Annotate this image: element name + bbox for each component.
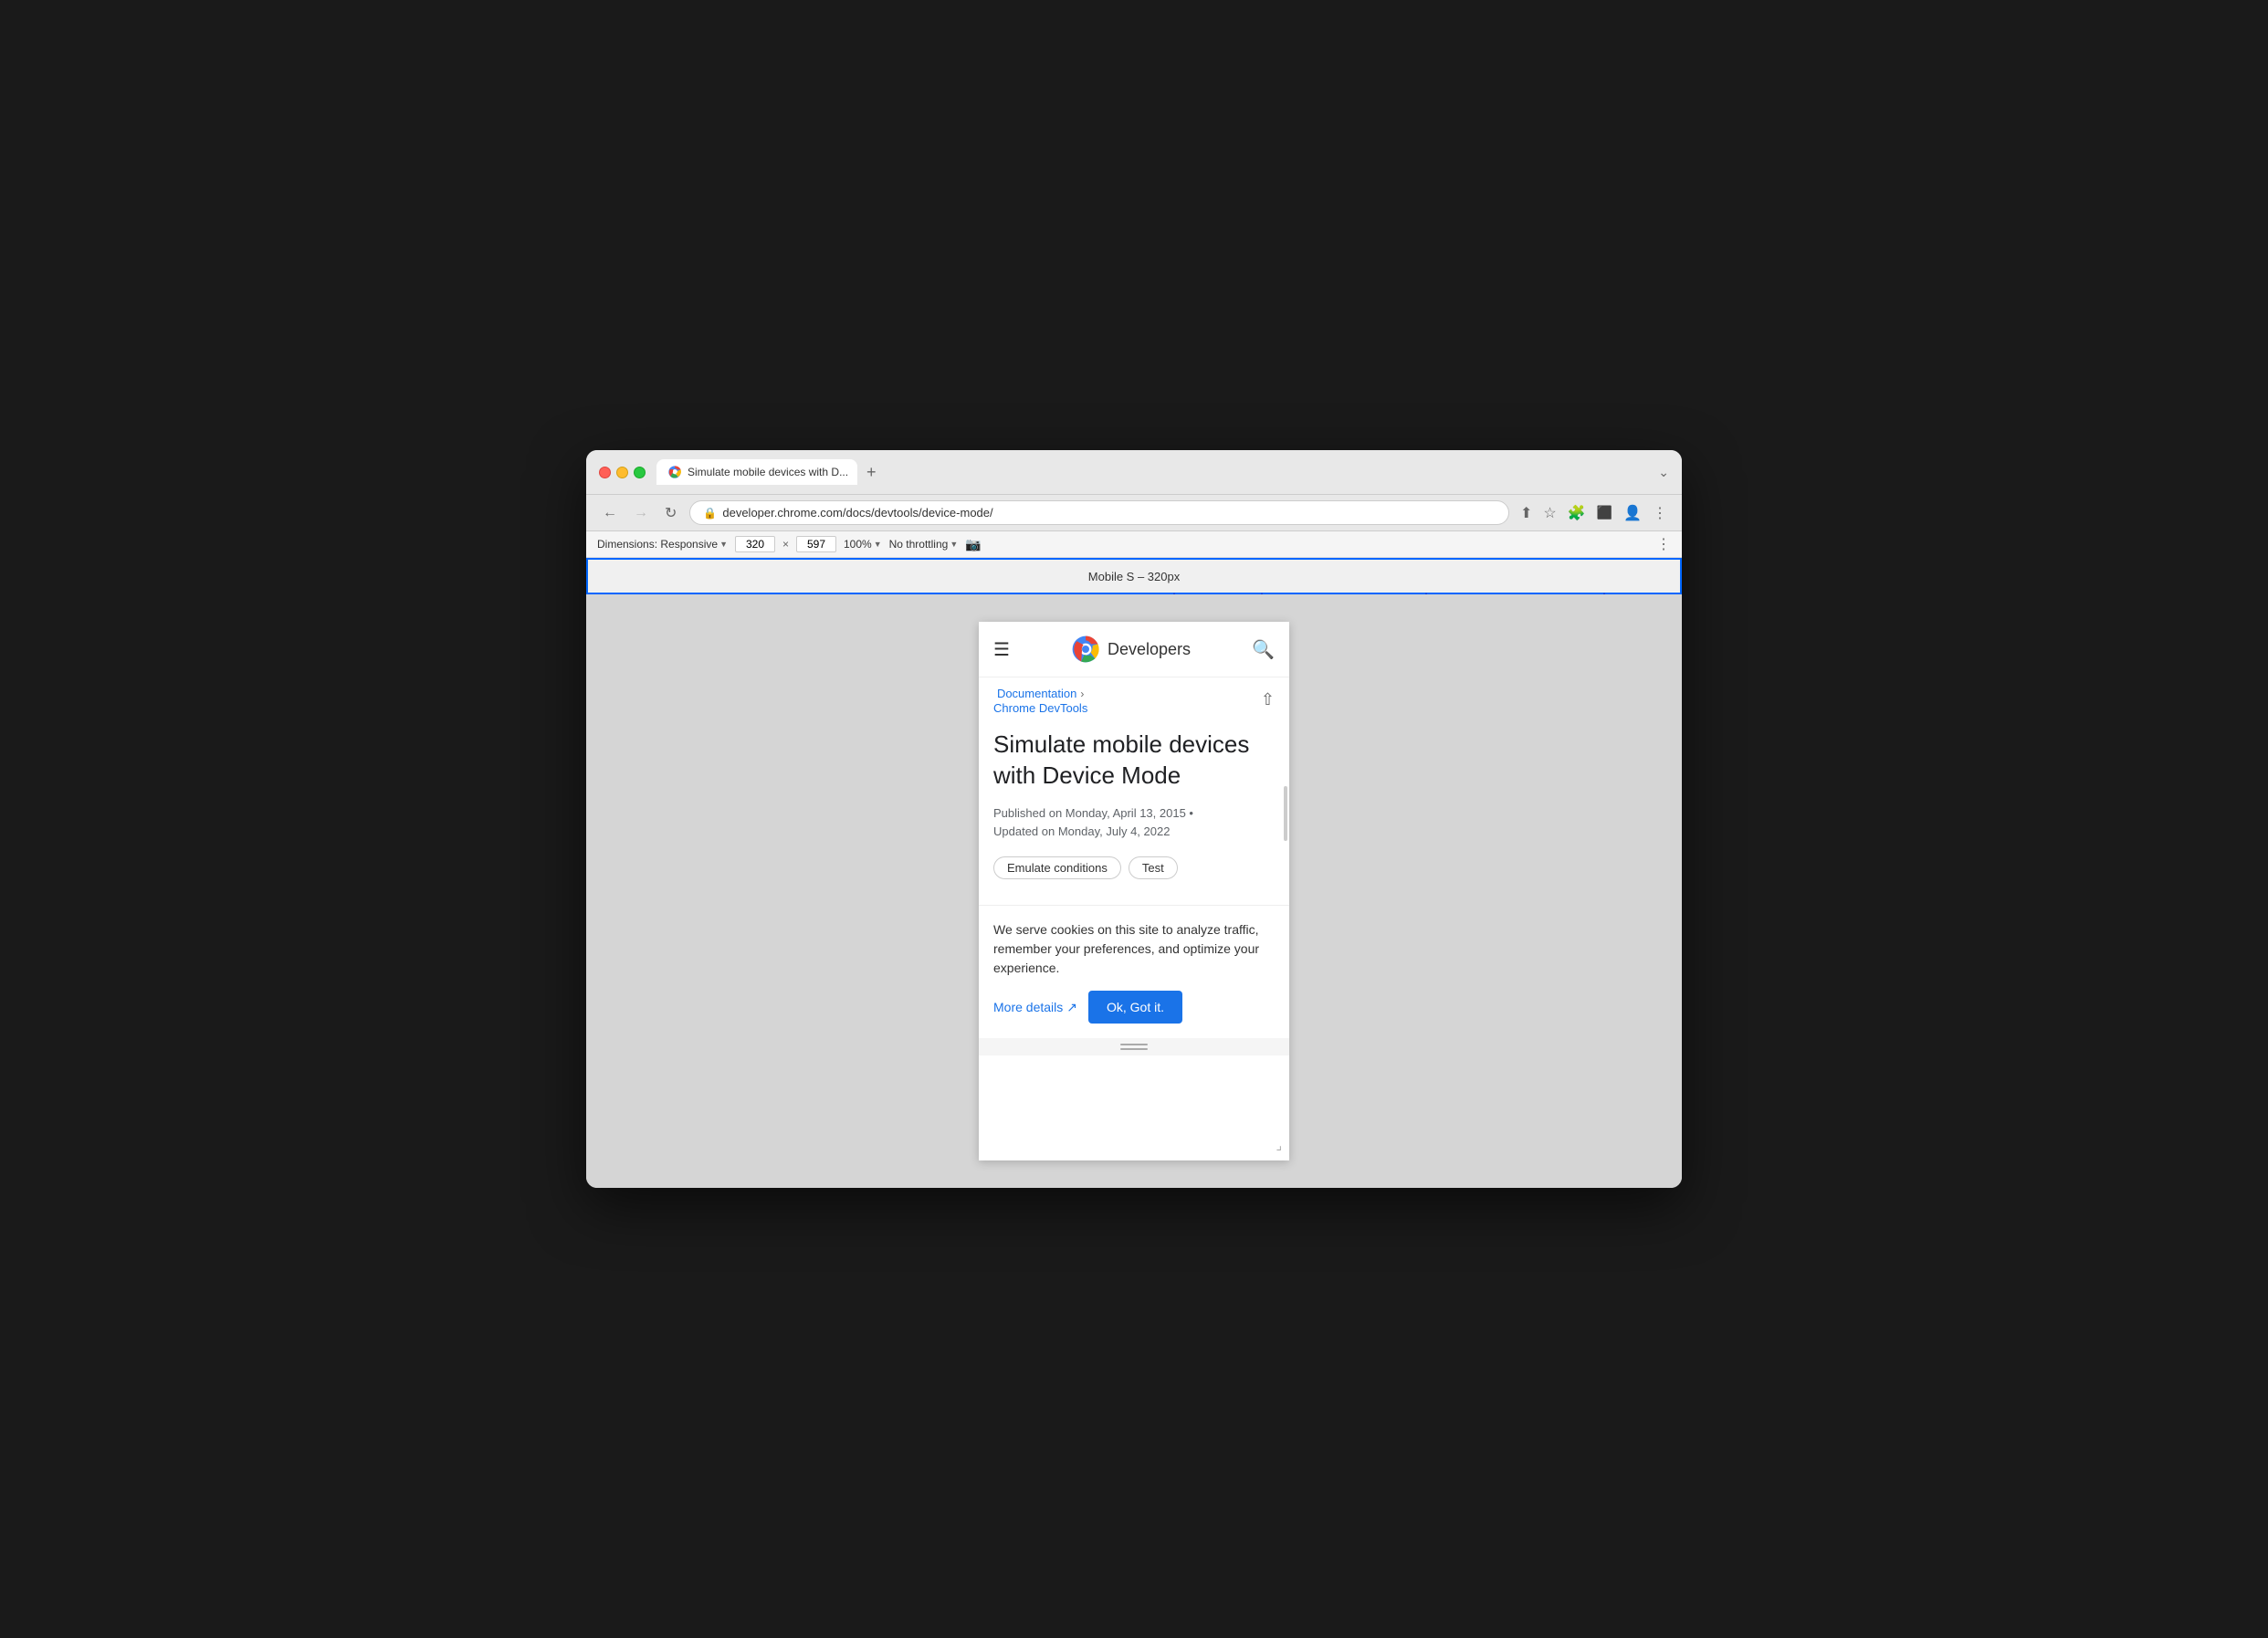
camera-icon[interactable]: 📷 [965, 537, 981, 552]
resize-handle[interactable]: ⌟ [1276, 1138, 1282, 1153]
dimensions-arrow: ▼ [719, 540, 728, 549]
more-icon[interactable]: ⋮ [1651, 502, 1669, 524]
breadcrumb-row: Documentation › Chrome DevTools ⇧ [979, 677, 1289, 719]
drag-lines [1120, 1044, 1148, 1050]
reload-button[interactable]: ↻ [661, 502, 680, 524]
browser-window: Simulate mobile devices with D... × + ⌄ … [586, 450, 1682, 1188]
more-details-label: More details [993, 1000, 1063, 1014]
responsive-label: Mobile S – 320px [1088, 570, 1180, 583]
throttle-arrow: ▼ [950, 540, 958, 549]
times-symbol: × [782, 538, 789, 551]
address-bar: ← → ↻ 🔒 developer.chrome.com/docs/devtoo… [586, 495, 1682, 531]
cookie-banner: We serve cookies on this site to analyze… [979, 905, 1289, 1038]
breadcrumb-current[interactable]: Chrome DevTools [993, 701, 1087, 715]
article-content: Simulate mobile devices with Device Mode… [979, 719, 1289, 905]
breadcrumb-arrow: › [1080, 688, 1084, 700]
cookie-text: We serve cookies on this site to analyze… [993, 920, 1275, 978]
external-link-icon: ↗ [1066, 1000, 1077, 1015]
tab-menu-button[interactable]: ⌄ [1658, 465, 1669, 480]
throttle-label: No throttling [889, 538, 949, 551]
zoom-dropdown[interactable]: 100% ▼ [844, 538, 882, 551]
back-button[interactable]: ← [599, 503, 621, 523]
breadcrumb-link[interactable]: Documentation [997, 687, 1076, 700]
site-logo-text: Developers [1108, 640, 1191, 659]
article-meta: Published on Monday, April 13, 2015 • Up… [993, 804, 1275, 843]
title-bar: Simulate mobile devices with D... × + ⌄ [586, 450, 1682, 495]
traffic-lights [599, 467, 646, 478]
tag-test[interactable]: Test [1129, 856, 1178, 879]
close-button[interactable] [599, 467, 611, 478]
tab-bar: Simulate mobile devices with D... × + ⌄ [656, 459, 1669, 485]
dimensions-dropdown[interactable]: Dimensions: Responsive ▼ [597, 538, 728, 551]
tab-title: Simulate mobile devices with D... [688, 466, 848, 478]
devtools-more-icon[interactable]: ⋮ [1656, 535, 1671, 553]
tab-favicon [667, 465, 682, 479]
profile-icon[interactable]: 👤 [1622, 502, 1643, 524]
width-input[interactable] [735, 536, 775, 552]
ok-button[interactable]: Ok, Got it. [1088, 991, 1182, 1024]
device-frame: ☰ Developers 🔍 [979, 622, 1289, 1160]
article-tags: Emulate conditions Test [993, 856, 1275, 879]
hamburger-menu-icon[interactable]: ☰ [993, 638, 1010, 661]
zoom-arrow: ▼ [874, 540, 882, 549]
responsive-section: Mobile S – 320px M L [586, 558, 1682, 594]
lock-icon: 🔒 [703, 507, 717, 520]
breadcrumb: Documentation › Chrome DevTools [993, 687, 1087, 715]
tag-emulate-conditions[interactable]: Emulate conditions [993, 856, 1121, 879]
throttle-dropdown[interactable]: No throttling ▼ [889, 538, 959, 551]
published-date: Published on Monday, April 13, 2015 • [993, 806, 1193, 820]
site-header: ☰ Developers 🔍 [979, 622, 1289, 677]
zoom-label: 100% [844, 538, 872, 551]
new-tab-button[interactable]: + [861, 461, 882, 484]
share-icon[interactable]: ⬆ [1518, 502, 1534, 524]
url-text: developer.chrome.com/docs/devtools/devic… [722, 506, 1496, 520]
device-scrollbar[interactable] [1284, 786, 1287, 841]
more-details-link[interactable]: More details ↗ [993, 1000, 1077, 1015]
drag-line-1 [1120, 1044, 1148, 1045]
dimensions-label: Dimensions: Responsive [597, 538, 718, 551]
extension-icon[interactable]: 🧩 [1566, 502, 1588, 524]
address-input[interactable]: 🔒 developer.chrome.com/docs/devtools/dev… [689, 500, 1509, 525]
article-title: Simulate mobile devices with Device Mode [993, 730, 1275, 792]
site-logo: Developers [1071, 635, 1191, 664]
search-icon[interactable]: 🔍 [1252, 638, 1275, 661]
bookmark-icon[interactable]: ☆ [1541, 502, 1558, 524]
active-tab[interactable]: Simulate mobile devices with D... × [656, 459, 857, 485]
drag-handle[interactable] [979, 1038, 1289, 1055]
chrome-logo-icon [1071, 635, 1100, 664]
browser-toolbar-icons: ⬆ ☆ 🧩 ⬛ 👤 ⋮ [1518, 502, 1669, 524]
main-content: ☰ Developers 🔍 [586, 594, 1682, 1188]
cookie-actions: More details ↗ Ok, Got it. [993, 991, 1275, 1024]
responsive-bar: Mobile S – 320px [586, 558, 1682, 594]
height-input[interactable] [796, 536, 836, 552]
maximize-button[interactable] [634, 467, 646, 478]
share-icon[interactable]: ⇧ [1261, 690, 1275, 709]
updated-date: Updated on Monday, July 4, 2022 [993, 824, 1170, 838]
responsive-bar-inner: Mobile S – 320px [588, 560, 1680, 593]
forward-button[interactable]: → [630, 503, 652, 523]
drag-line-2 [1120, 1048, 1148, 1050]
minimize-button[interactable] [616, 467, 628, 478]
account-icon[interactable]: ⬛ [1595, 503, 1614, 522]
devtools-toolbar: Dimensions: Responsive ▼ × 100% ▼ No thr… [586, 531, 1682, 558]
